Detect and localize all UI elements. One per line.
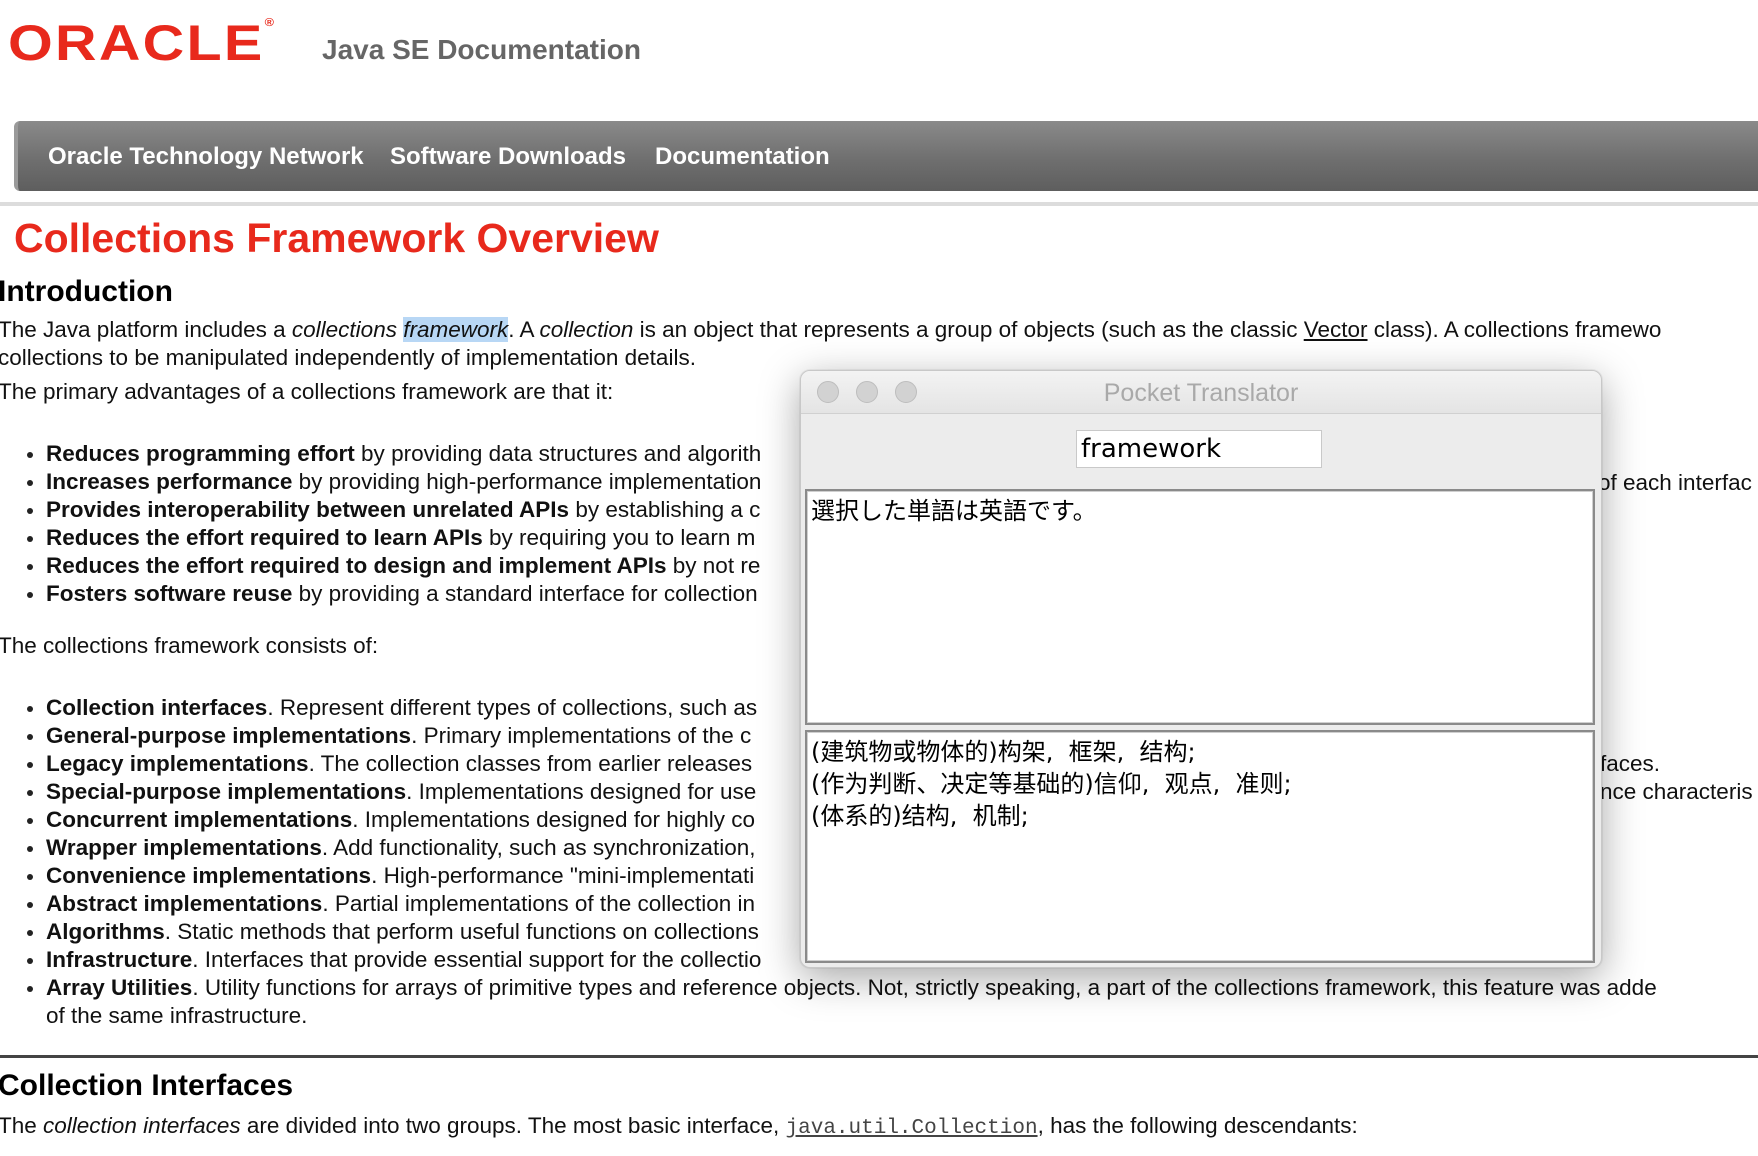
advantages-list: Reduces programming effort by providing …	[0, 440, 761, 608]
item-text: . Represent different types of collectio…	[267, 695, 758, 720]
translation-line: (作为判断、决定等基础的)信仰, 观点, 准则;	[811, 770, 1292, 798]
item-text: by providing data structures and algorit…	[354, 441, 762, 466]
item-bold: Algorithms	[46, 919, 165, 944]
nav-divider	[0, 202, 1758, 206]
word-input[interactable]	[1076, 430, 1322, 468]
selected-word-framework[interactable]: framework	[403, 317, 509, 342]
translation-line: (体系的)结构, 机制;	[811, 802, 1029, 830]
top-nav-bar: Oracle Technology Network Software Downl…	[14, 121, 1758, 191]
nav-link-downloads[interactable]: Software Downloads	[390, 143, 626, 171]
item-text: by providing high-performance implementa…	[292, 469, 762, 494]
item-text: . Implementations designed for highly co	[352, 807, 756, 832]
item-bold: Reduces the effort required to design an…	[46, 553, 667, 578]
text-run: is an object that represents a group of …	[633, 317, 1304, 342]
item-bold: Convenience implementations	[46, 863, 372, 888]
item-text: . Partial implementations of the collect…	[322, 891, 756, 916]
advantages-intro: The primary advantages of a collections …	[0, 379, 614, 404]
item-bold: Provides interoperability between unrela…	[46, 497, 570, 522]
item-text: by providing a standard interface for co…	[292, 581, 758, 606]
item-text: . High-performance "mini-implementati	[371, 863, 755, 888]
nav-link-documentation[interactable]: Documentation	[655, 143, 830, 171]
advantages-item-tail: of each interfac	[1598, 470, 1752, 495]
item-text: by not re	[666, 553, 761, 578]
item-text: . Interfaces that provide essential supp…	[192, 947, 762, 972]
text-run: class). A collections framewo	[1367, 317, 1662, 342]
text-run: . A	[508, 317, 540, 342]
components-item-tail: nce characteris	[1600, 779, 1753, 804]
window-title: Pocket Translator	[1103, 379, 1299, 407]
translation-result-pane[interactable]: (建筑物或物体的)构架, 框架, 结构; (作为判断、决定等基础的)信仰, 观点,…	[805, 730, 1595, 963]
item-bold: Infrastructure	[46, 947, 193, 972]
item-bold: Array Utilities	[46, 975, 193, 1000]
text-run: are divided into two groups. The most ba…	[240, 1113, 786, 1138]
item-bold: Abstract implementations	[46, 891, 323, 916]
item-text: . Static methods that perform useful fun…	[164, 919, 759, 944]
section-divider	[0, 1055, 1758, 1058]
item-text: . The collection classes from earlier re…	[308, 751, 753, 776]
item-bold: Increases performance	[46, 469, 293, 494]
logo-text: ORACLE	[8, 15, 265, 71]
list-item: Reduces programming effort by providing …	[26, 440, 762, 468]
item-bold: Concurrent implementations	[46, 807, 353, 832]
item-text: . Add functionality, such as synchroniza…	[321, 835, 756, 860]
item-bold: Fosters software reuse	[46, 581, 293, 606]
list-item: Reduces the effort required to design an…	[26, 552, 761, 580]
translation-line: (建筑物或物体的)构架, 框架, 结构;	[811, 738, 1196, 766]
text-run-italic: collection interfaces	[43, 1113, 241, 1138]
item-bold: Collection interfaces	[46, 695, 268, 720]
pocket-translator-window: Pocket Translator 選択した単語は英語です。 (建筑物或物体的)…	[800, 370, 1602, 968]
oracle-logo[interactable]: ORACLE®	[8, 15, 274, 71]
page-title: Collections Framework Overview	[14, 215, 659, 261]
list-item: Reduces the effort required to learn API…	[26, 524, 761, 552]
text-run-italic: collections	[291, 317, 397, 342]
text-run-italic: collection	[539, 317, 634, 342]
item-text: . Utility functions for arrays of primit…	[192, 975, 1657, 1000]
item-bold: General-purpose implementations	[46, 723, 412, 748]
list-item: Array Utilities. Utility functions for a…	[27, 974, 1657, 1002]
window-titlebar[interactable]: Pocket Translator	[801, 371, 1601, 414]
list-item-continuation: of the same infrastructure.	[46, 1003, 308, 1028]
list-item: Increases performance by providing high-…	[26, 468, 762, 496]
section-heading-introduction: Introduction	[0, 275, 173, 308]
nav-link-otn[interactable]: Oracle Technology Network	[48, 143, 364, 171]
logo-registered-mark: ®	[264, 17, 274, 29]
item-text: by establishing a c	[569, 497, 761, 522]
intro-paragraph-line1: The Java platform includes a collections…	[0, 316, 1661, 344]
item-bold: Wrapper implementations	[46, 835, 322, 860]
item-text: by requiring you to learn m	[482, 525, 756, 550]
list-item: Fosters software reuse by providing a st…	[26, 580, 761, 608]
text-run: The Java platform includes a	[0, 317, 292, 342]
list-item: Provides interoperability between unrela…	[26, 496, 761, 524]
site-title: Java SE Documentation	[322, 34, 641, 65]
intro-paragraph-line2: collections to be manipulated independen…	[0, 345, 696, 370]
vector-link[interactable]: Vector	[1304, 317, 1368, 342]
item-text: . Primary implementations of the c	[411, 723, 752, 748]
browser-page: ORACLE® Java SE Documentation Oracle Tec…	[0, 0, 1758, 1156]
item-bold: Special-purpose implementations	[46, 779, 407, 804]
item-bold: Reduces programming effort	[46, 441, 355, 466]
components-item-tail: faces.	[1600, 751, 1661, 776]
item-text: . Implementations designed for use	[406, 779, 757, 804]
text-run: The	[0, 1113, 44, 1138]
section-heading-collection-interfaces: Collection Interfaces	[0, 1069, 294, 1102]
detected-language-pane[interactable]: 選択した単語は英語です。	[805, 489, 1595, 725]
item-bold: Legacy implementations	[46, 751, 309, 776]
collection-interface-link[interactable]: java.util.Collection	[786, 1117, 1038, 1140]
text-run: , has the following descendants:	[1037, 1113, 1358, 1138]
item-bold: Reduces the effort required to learn API…	[46, 525, 483, 550]
consists-of-intro: The collections framework consists of:	[0, 633, 379, 658]
interfaces-paragraph: The collection interfaces are divided in…	[0, 1112, 1358, 1143]
